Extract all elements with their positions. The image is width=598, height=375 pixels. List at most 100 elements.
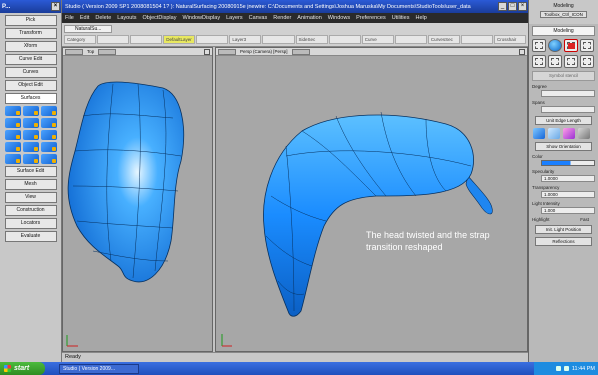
menu-utilities[interactable]: Utilities — [392, 15, 410, 21]
surface-tool-icon[interactable] — [40, 142, 57, 152]
shelf-item[interactable]: Category — [64, 35, 97, 44]
degree-field[interactable] — [541, 90, 595, 97]
viewport-control[interactable] — [218, 48, 236, 55]
shelf-item[interactable] — [328, 35, 361, 44]
shelf-item[interactable]: Crosshair — [494, 35, 527, 44]
close-icon[interactable]: × — [51, 2, 60, 11]
surface-tool-icon[interactable] — [4, 130, 21, 140]
palette-tab-surface-edit[interactable]: Surface Edit — [4, 166, 57, 177]
isoparm-toggle-icon[interactable] — [564, 55, 578, 68]
start-button[interactable]: start — [0, 362, 45, 375]
viewport-perspective[interactable]: Persp (Camera) [Persp] The head twisted … — [215, 47, 528, 352]
menu-preferences[interactable]: Preferences — [356, 15, 386, 21]
shelf-item[interactable] — [97, 35, 130, 44]
surface-tool-icon[interactable] — [4, 154, 21, 164]
taskbar-item-studio[interactable]: Studio ( Version 2009... — [59, 363, 139, 374]
palette-tab-evaluate[interactable]: Evaluate — [4, 231, 57, 242]
tool-icon[interactable] — [580, 39, 594, 52]
init-light-position-button[interactable]: Init. Light Position — [535, 225, 592, 234]
specularity-field[interactable]: 1.0000 — [541, 175, 595, 182]
viewport-control[interactable] — [98, 48, 117, 55]
color-slider[interactable] — [541, 160, 595, 166]
tray-icon[interactable] — [555, 366, 561, 371]
palette-tab-mesh[interactable]: Mesh — [4, 179, 57, 190]
normals-toggle-icon[interactable] — [580, 55, 594, 68]
mode-tag[interactable]: Toolbox_Ctrl_ICON — [540, 11, 587, 18]
viewport-control[interactable] — [65, 48, 83, 55]
palette-title-bar[interactable]: P... × — [0, 0, 61, 13]
shelf-item[interactable] — [196, 35, 229, 44]
palette-tab-construction[interactable]: Construction — [4, 205, 57, 216]
palette-tab-curves[interactable]: Curves — [4, 67, 57, 78]
shaded-sphere-icon[interactable] — [548, 39, 562, 52]
shelf-tab[interactable]: NaturalSu... — [64, 25, 113, 33]
menu-objectdisplay[interactable]: ObjectDisplay — [143, 15, 177, 21]
surface-tool-icon[interactable] — [40, 118, 57, 128]
unit-edge-length-button[interactable]: Unit Edge Length — [535, 116, 592, 125]
reflections-button[interactable]: Reflections — [535, 237, 592, 246]
hull-toggle-icon[interactable] — [548, 55, 562, 68]
palette-tab-surfaces[interactable]: Surfaces — [4, 93, 57, 104]
menu-layouts[interactable]: Layouts — [117, 15, 136, 21]
surface-tool-icon[interactable] — [4, 106, 21, 116]
menu-animation[interactable]: Animation — [297, 15, 321, 21]
diagnostic-shade-icon[interactable] — [564, 39, 578, 52]
surface-tool-icon[interactable] — [40, 154, 57, 164]
surface-tool-icon[interactable] — [22, 130, 39, 140]
viewport-control[interactable] — [291, 48, 310, 55]
shelf-item[interactable]: CurvesSec — [427, 35, 460, 44]
menu-edit[interactable]: Edit — [80, 15, 89, 21]
shelf-item[interactable] — [394, 35, 427, 44]
menu-render[interactable]: Render — [273, 15, 291, 21]
menu-file[interactable]: File — [65, 15, 74, 21]
symbol-field[interactable]: Symbol stencil — [532, 71, 595, 81]
shelf-item-active-layer[interactable]: DefaultLayer — [163, 35, 196, 44]
palette-tab-curve-edit[interactable]: Curve Edit — [4, 54, 57, 65]
shade-magenta-icon[interactable] — [563, 128, 575, 139]
surface-tool-icon[interactable] — [22, 154, 39, 164]
palette-tab-object-edit[interactable]: Object Edit — [4, 80, 57, 91]
shelf-item[interactable]: Layer3 — [229, 35, 262, 44]
palette-tab-pick[interactable]: Pick — [4, 15, 57, 26]
shade-gray-icon[interactable] — [578, 128, 590, 139]
viewport-top[interactable]: Top — [62, 47, 213, 352]
shelf-item[interactable]: SideSec — [295, 35, 328, 44]
menu-delete[interactable]: Delete — [95, 15, 111, 21]
tray-icon[interactable] — [563, 366, 569, 371]
shelf-item[interactable] — [130, 35, 163, 44]
menu-help[interactable]: Help — [415, 15, 426, 21]
palette-tab-xform[interactable]: Xform — [4, 41, 57, 52]
shelf-item[interactable]: Curve — [361, 35, 394, 44]
transparency-field[interactable]: 1.0000 — [541, 191, 595, 198]
menu-layers[interactable]: Layers — [226, 15, 243, 21]
surface-tool-icon[interactable] — [22, 142, 39, 152]
main-title-bar[interactable]: Studio ( Version 2009 SP1 2008081504 1? … — [62, 0, 528, 13]
cv-toggle-icon[interactable] — [532, 39, 546, 52]
surface-tool-icon[interactable] — [4, 142, 21, 152]
surface-tool-icon[interactable] — [40, 130, 57, 140]
shade-blue-icon[interactable] — [533, 128, 545, 139]
fast-label[interactable]: Fast — [580, 217, 589, 222]
surface-tool-icon[interactable] — [22, 118, 39, 128]
palette-tab-transform[interactable]: Transform — [4, 28, 57, 39]
close-icon[interactable]: × — [518, 2, 527, 11]
maximize-icon[interactable]: □ — [508, 2, 517, 11]
shelf-item[interactable] — [262, 35, 295, 44]
close-icon[interactable] — [204, 48, 210, 55]
menu-windows[interactable]: Windows — [328, 15, 350, 21]
show-orientation-button[interactable]: Show Orientation — [535, 142, 592, 151]
light-intensity-field[interactable]: 1.000 — [541, 207, 595, 214]
palette-tab-view[interactable]: View — [4, 192, 57, 203]
close-icon[interactable] — [519, 48, 525, 55]
palette-tab-locators[interactable]: Locators — [4, 218, 57, 229]
menu-windowdisplay[interactable]: WindowDisplay — [182, 15, 220, 21]
spans-field[interactable] — [541, 106, 595, 113]
surface-tool-icon[interactable] — [40, 106, 57, 116]
shade-light-icon[interactable] — [548, 128, 560, 139]
surface-tool-icon[interactable] — [4, 118, 21, 128]
menu-canvas[interactable]: Canvas — [249, 15, 268, 21]
surface-tool-icon[interactable] — [22, 106, 39, 116]
shelf-item[interactable] — [460, 35, 494, 44]
tab-modeling[interactable]: Modeling — [532, 26, 595, 36]
minimize-icon[interactable]: _ — [498, 2, 507, 11]
